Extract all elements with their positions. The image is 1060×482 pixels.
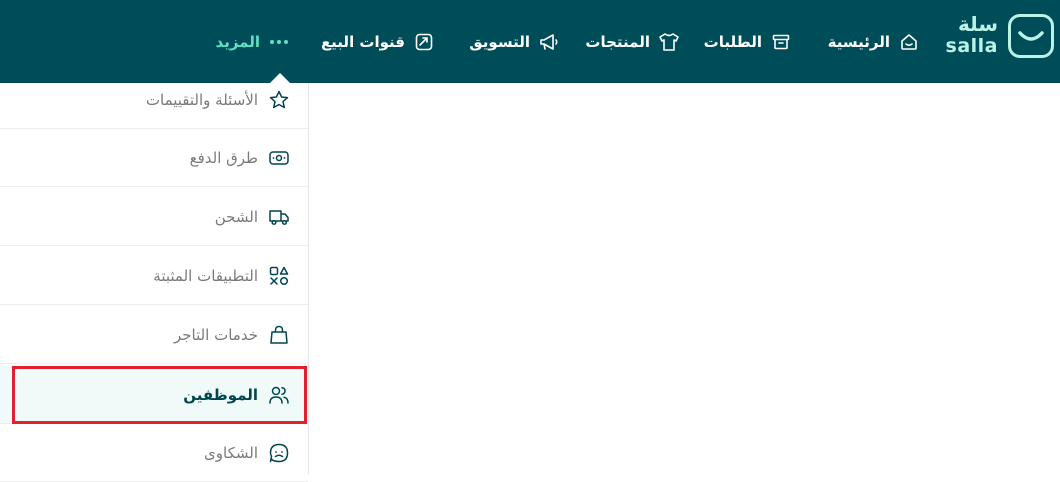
users-icon	[268, 384, 290, 406]
menu-item-payment-methods[interactable]: طرق الدفع	[0, 129, 308, 187]
nav-home[interactable]: الرئيسية	[828, 30, 920, 54]
menu-item-employees[interactable]: الموظفين	[0, 366, 308, 424]
menu-item-label: طرق الدفع	[189, 148, 258, 167]
nav-more-label: المزيد	[215, 33, 260, 51]
menu-item-label: الشحن	[214, 207, 258, 226]
salla-logo-icon	[1008, 14, 1054, 58]
menu-item-label: الأسئلة والتقييمات	[145, 90, 258, 109]
shopping-bag-icon	[268, 324, 290, 346]
star-icon	[268, 89, 290, 111]
more-dropdown-menu: الأسئلة والتقييمات طرق الدفع الشحن التطب…	[0, 83, 309, 482]
menu-item-label: خدمات التاجر	[173, 325, 258, 344]
more-dots-icon	[268, 31, 290, 53]
truck-icon	[268, 206, 290, 228]
nav-marketing-label: التسويق	[469, 33, 530, 51]
menu-item-reviews[interactable]: الأسئلة والتقييمات	[0, 71, 308, 129]
tshirt-icon	[658, 31, 680, 53]
salla-logo[interactable]: سلة salla	[944, 12, 1054, 62]
complaint-icon	[268, 442, 290, 464]
sales-channels-icon	[413, 31, 435, 53]
logo-text-ar: سلة	[958, 12, 998, 36]
nav-more[interactable]: المزيد	[216, 30, 290, 54]
menu-item-merchant-services[interactable]: خدمات التاجر	[0, 306, 308, 364]
nav-sales-channels-label: قنوات البيع	[320, 33, 405, 51]
nav-orders[interactable]: الطلبات	[704, 30, 792, 54]
nav-home-label: الرئيسية	[827, 33, 890, 51]
logo-text-en: salla	[945, 35, 998, 57]
menu-item-label: الموظفين	[183, 385, 258, 404]
apps-icon	[268, 265, 290, 287]
nav-sales-channels[interactable]: قنوات البيع	[321, 30, 435, 54]
menu-item-label: التطبيقات المثبتة	[153, 266, 258, 285]
megaphone-icon	[538, 31, 560, 53]
nav-products[interactable]: المنتجات	[585, 30, 680, 54]
payment-icon	[268, 147, 290, 169]
home-icon	[898, 31, 920, 53]
menu-item-label: الشكاوى	[204, 443, 258, 462]
menu-item-shipping[interactable]: الشحن	[0, 188, 308, 246]
nav-marketing[interactable]: التسويق	[469, 30, 560, 54]
menu-item-complaints[interactable]: الشكاوى	[0, 424, 308, 482]
menu-item-installed-apps[interactable]: التطبيقات المثبتة	[0, 247, 308, 305]
nav-products-label: المنتجات	[585, 33, 650, 51]
nav-orders-label: الطلبات	[703, 33, 762, 51]
box-icon	[770, 31, 792, 53]
